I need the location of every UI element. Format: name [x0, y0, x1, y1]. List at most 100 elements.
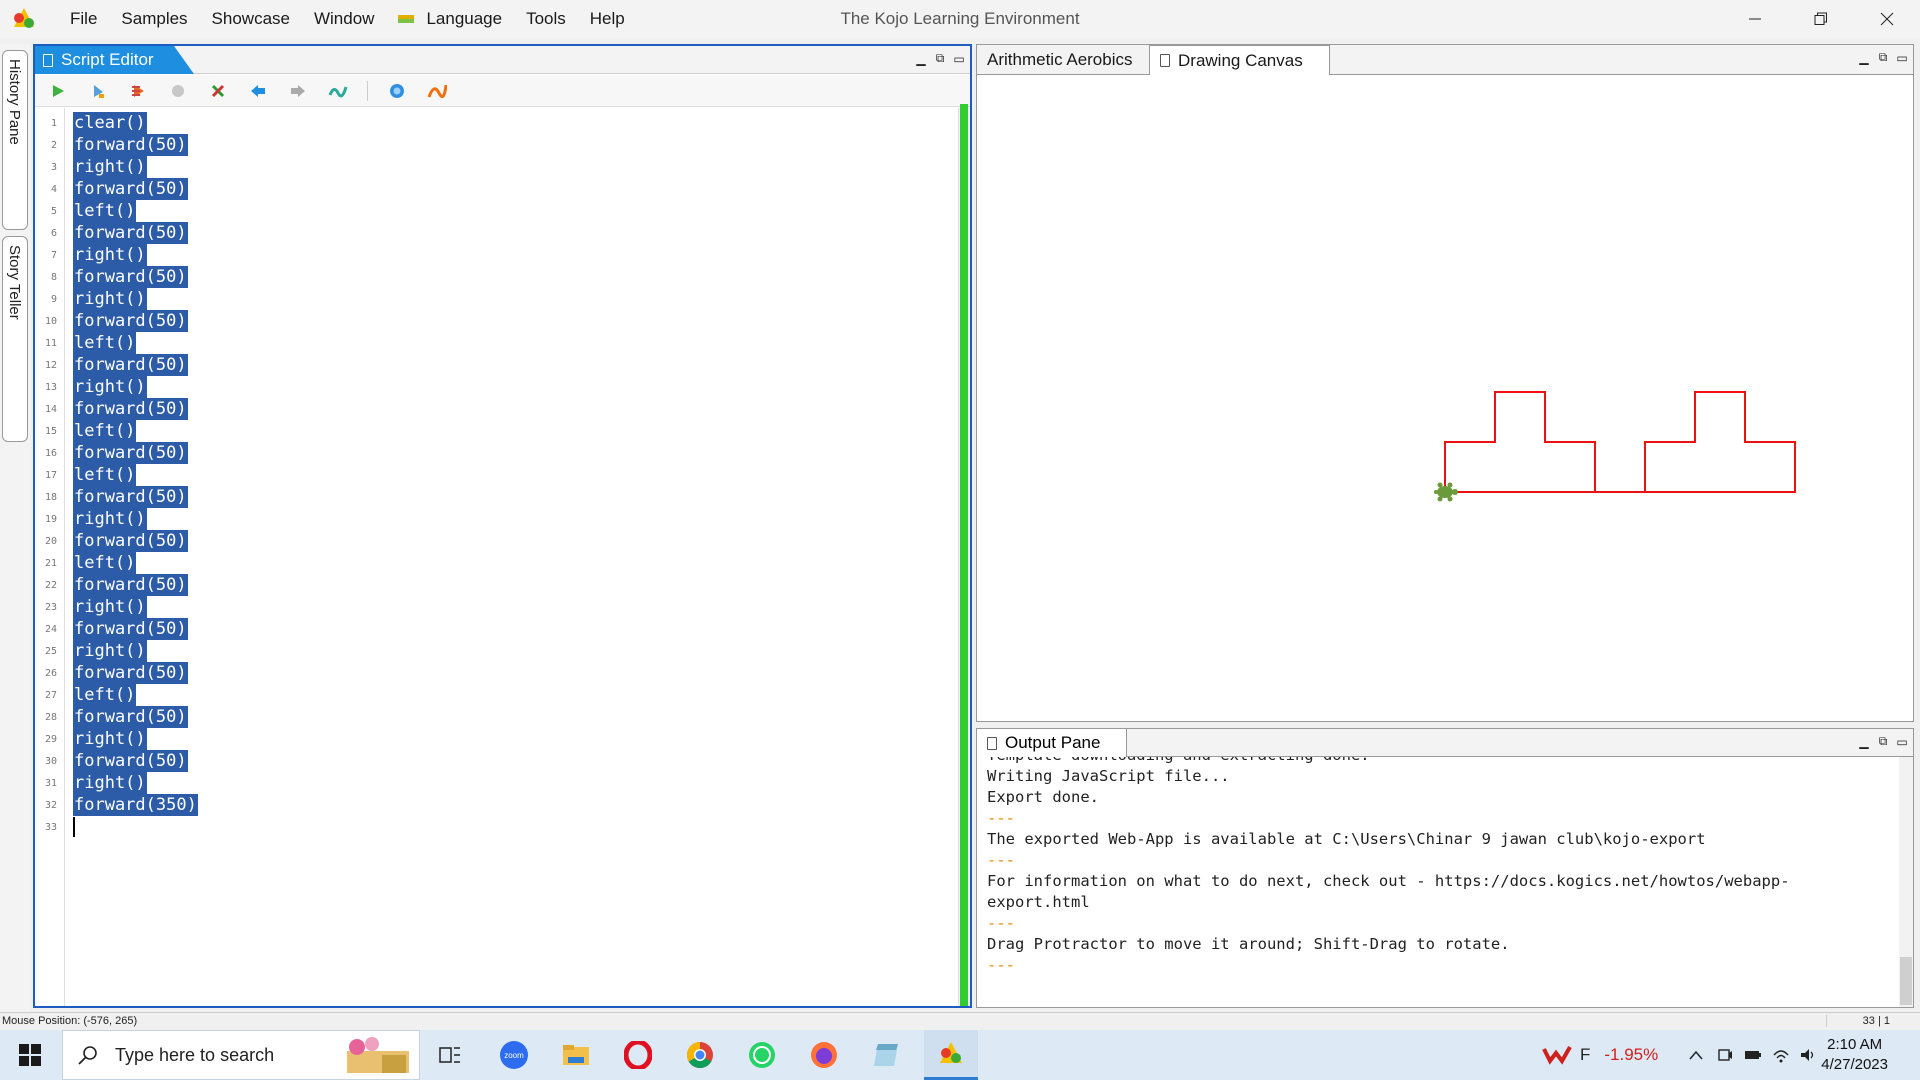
volume-icon[interactable] [1796, 1030, 1820, 1080]
restore-button[interactable] [1788, 0, 1854, 38]
line-number: 4 [50, 184, 57, 195]
minimize-button[interactable] [1722, 0, 1788, 38]
menu-tools[interactable]: Tools [514, 0, 578, 38]
restore-icon [1814, 12, 1827, 25]
kojo-taskbar-button[interactable] [924, 1030, 978, 1080]
line-number: 23 [44, 602, 57, 613]
output-line: Template downloading and extracting done… [987, 757, 1887, 766]
close-button[interactable] [1854, 0, 1920, 38]
code-line: forward(50) [73, 310, 188, 332]
tab-output-pane[interactable]: Output Pane [977, 729, 1128, 757]
run-icon[interactable] [47, 80, 69, 102]
line-number: 26 [44, 668, 57, 679]
minimize-pane-icon[interactable]: ▁ [1857, 51, 1871, 65]
side-panel: History Pane Story Teller [0, 44, 30, 1016]
chrome-button[interactable] [680, 1030, 720, 1080]
clock-time: 2:10 AM [1827, 1036, 1883, 1053]
tab-arithmetic-aerobics[interactable]: Arithmetic Aerobics [977, 45, 1143, 75]
code-line: forward(50) [73, 398, 188, 420]
clear-icon[interactable] [207, 80, 229, 102]
maximize-pane-icon[interactable]: ▭ [1895, 735, 1909, 749]
system-clock[interactable]: 2:10 AM 4/27/2023 [1821, 1035, 1888, 1075]
stop-icon[interactable] [167, 80, 189, 102]
menu-file[interactable]: File [58, 0, 109, 38]
file-explorer-button[interactable] [556, 1030, 596, 1080]
show-hidden-icons[interactable] [1684, 1030, 1708, 1080]
code-line: left() [73, 464, 137, 486]
redo-icon[interactable] [287, 80, 309, 102]
menu-language[interactable]: Language [386, 0, 514, 38]
tab-script-editor-label: Script Editor [61, 50, 154, 69]
line-number: 16 [44, 448, 57, 459]
output-line: Writing JavaScript file... [987, 767, 1230, 785]
line-number: 20 [44, 536, 57, 547]
code-line: left() [73, 684, 137, 706]
menu-help[interactable]: Help [578, 0, 637, 38]
mouse-position: Mouse Position: (-576, 265) [2, 1015, 138, 1027]
float-pane-icon[interactable]: ⧉ [933, 51, 947, 66]
meet-now-icon[interactable] [1714, 1030, 1736, 1080]
line-number: 2 [50, 140, 57, 151]
story-teller-tab[interactable]: Story Teller [2, 236, 28, 442]
stock-label: F [1580, 1045, 1591, 1064]
firefox-button[interactable] [804, 1030, 844, 1080]
history-pane-tab[interactable]: History Pane [2, 50, 28, 230]
code-line: right() [73, 244, 147, 266]
drawing-canvas[interactable] [977, 75, 1913, 721]
tab-drawing-canvas[interactable]: Drawing Canvas [1149, 45, 1330, 75]
task-view-button[interactable] [432, 1030, 468, 1080]
code-line: right() [73, 728, 147, 750]
float-pane-icon[interactable]: ⧉ [1876, 50, 1890, 65]
run-worksheet-icon[interactable] [87, 80, 109, 102]
help-icon[interactable] [386, 80, 408, 102]
start-button[interactable] [0, 1030, 60, 1080]
code-line: right() [73, 156, 147, 178]
line-number: 18 [44, 492, 57, 503]
svg-text:zoom: zoom [504, 1051, 524, 1060]
code-line: left() [73, 420, 137, 442]
code-line: right() [73, 508, 147, 530]
output-line: Export done. [987, 788, 1099, 806]
undo-icon[interactable] [247, 80, 269, 102]
line-number: 29 [44, 734, 57, 745]
kogics-icon[interactable] [426, 80, 448, 102]
code-line: left() [73, 200, 137, 222]
tab-script-editor[interactable]: Script Editor [35, 46, 194, 74]
output-scrollbar[interactable] [1899, 757, 1913, 1007]
trace-icon[interactable] [127, 80, 149, 102]
minimize-pane-icon[interactable]: ▁ [1857, 735, 1871, 749]
output-line: For information on what to do next, chec… [987, 872, 1790, 890]
maximize-pane-icon[interactable]: ▭ [1895, 51, 1909, 65]
maximize-pane-icon[interactable]: ▭ [952, 52, 966, 66]
code-line: forward(50) [73, 354, 188, 376]
menu-showcase[interactable]: Showcase [200, 0, 302, 38]
canvas-tab-bar: Arithmetic Aerobics Drawing Canvas ▁ ⧉ ▭ [977, 45, 1913, 75]
code-editor[interactable]: 1 2 3 4 5 6 7 8 9 10 11 12 13 14 15 16 17 18 19 20 21 22 23 24 2… [35, 108, 970, 1006]
editor-tab-bar: Script Editor ▁ ⧉ ▭ [35, 46, 970, 74]
line-number: 9 [50, 294, 57, 305]
opera-button[interactable] [618, 1030, 658, 1080]
float-pane-icon[interactable]: ⧉ [1876, 734, 1890, 749]
line-number: 21 [44, 558, 57, 569]
output-line: --- [987, 914, 1015, 932]
menu-window[interactable]: Window [302, 0, 386, 38]
network-icon[interactable] [1770, 1030, 1792, 1080]
kojo-icon [940, 1041, 962, 1063]
app-button[interactable] [866, 1030, 906, 1080]
stock-widget[interactable]: F -1.95% [1542, 1030, 1658, 1080]
taskbar-search[interactable]: Type here to search [62, 1030, 420, 1080]
format-icon[interactable] [327, 80, 349, 102]
whatsapp-button[interactable] [742, 1030, 782, 1080]
zoom-app-button[interactable]: zoom [494, 1030, 534, 1080]
scroll-thumb[interactable] [1900, 957, 1912, 1005]
minimize-pane-icon[interactable]: ▁ [914, 52, 928, 66]
line-number: 15 [44, 426, 57, 437]
code-line: forward(50) [73, 134, 188, 156]
menu-language-label: Language [426, 9, 503, 28]
output-line: --- [987, 956, 1015, 974]
status-bar: Mouse Position: (-576, 265) 33 | 1 [0, 1012, 1920, 1030]
battery-icon[interactable] [1742, 1030, 1764, 1080]
turtle-path [1444, 391, 1796, 493]
menu-samples[interactable]: Samples [109, 0, 199, 38]
close-icon [1880, 12, 1894, 26]
